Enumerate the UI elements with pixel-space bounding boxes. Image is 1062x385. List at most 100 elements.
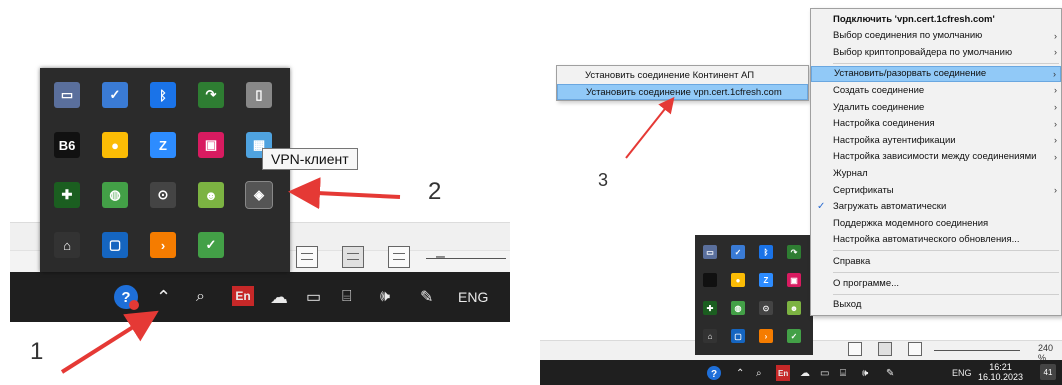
menu-item[interactable]: Настройка автоматического обновления... bbox=[811, 232, 1061, 248]
language-indicator[interactable]: ENG bbox=[458, 284, 488, 310]
callout-2: 2 bbox=[428, 178, 442, 205]
frog-icon[interactable]: ☻ bbox=[787, 301, 801, 315]
shield-check-icon[interactable]: ✓ bbox=[731, 245, 745, 259]
menu-item[interactable]: ✓ Загружать автоматически bbox=[811, 199, 1061, 215]
b6-icon[interactable] bbox=[703, 273, 717, 287]
language-indicator[interactable]: ENG bbox=[952, 365, 972, 381]
menu-item[interactable]: Сертификаты › bbox=[811, 182, 1061, 198]
security-shield-icon[interactable]: ✚ bbox=[54, 182, 80, 208]
menu-item[interactable]: Справка bbox=[811, 253, 1061, 269]
vpn-context-menu: Подключить 'vpn.cert.1cfresh.com' Выбор с… bbox=[810, 8, 1062, 316]
power-circle-icon[interactable]: ⊙ bbox=[759, 301, 773, 315]
bluetooth-icon[interactable]: ᛒ bbox=[150, 82, 176, 108]
help-icon[interactable]: ? bbox=[112, 284, 140, 310]
battery-icon[interactable]: ▭ bbox=[820, 365, 829, 381]
help-icon[interactable]: ? bbox=[706, 365, 722, 381]
green-arrow-icon[interactable]: ↷ bbox=[787, 245, 801, 259]
wifi-lock-icon[interactable]: ⌂ bbox=[703, 329, 717, 343]
menu-item[interactable]: Выход bbox=[811, 297, 1061, 313]
chrome-icon[interactable]: ● bbox=[731, 273, 745, 287]
menu-item[interactable]: Установить/разорвать соединение › bbox=[811, 65, 1061, 82]
usb-drive-icon[interactable]: ▯ bbox=[246, 82, 272, 108]
zoom-icon[interactable]: Z bbox=[759, 273, 773, 287]
menu-item-label: Журнал bbox=[833, 167, 868, 179]
language-badge[interactable]: En bbox=[232, 286, 254, 306]
menu-item-label: Выбор соединения по умолчанию bbox=[833, 30, 983, 42]
play-arrow-icon[interactable]: › bbox=[150, 232, 176, 258]
pen-icon[interactable]: ✎ bbox=[420, 284, 433, 310]
network-icon[interactable]: ⌸ bbox=[342, 284, 352, 310]
menu-item[interactable]: Поддержка модемного соединения bbox=[811, 215, 1061, 231]
play-arrow-icon[interactable]: › bbox=[759, 329, 773, 343]
frog-icon[interactable]: ☻ bbox=[198, 182, 224, 208]
menu-item[interactable]: Подключить 'vpn.cert.1cfresh.com' bbox=[811, 11, 1061, 27]
meet-now-icon[interactable]: ⌕ bbox=[196, 284, 205, 310]
menu-item[interactable]: Удалить соединение › bbox=[811, 99, 1061, 115]
menu-item[interactable]: Создать соединение › bbox=[811, 82, 1061, 98]
monitor-icon[interactable]: ▭ bbox=[703, 245, 717, 259]
menu-item[interactable]: Настройка аутентификации › bbox=[811, 132, 1061, 148]
chrome-icon[interactable]: ● bbox=[102, 132, 128, 158]
cloud-icon[interactable]: ☁ bbox=[800, 365, 810, 381]
bluetooth-icon[interactable]: ᛒ bbox=[759, 245, 773, 259]
submenu-item[interactable]: Установить соединение Континент АП bbox=[557, 67, 808, 83]
globe-icon[interactable]: ◍ bbox=[731, 301, 745, 315]
tv-icon[interactable]: ▢ bbox=[731, 329, 745, 343]
web-layout-icon[interactable] bbox=[388, 246, 410, 268]
green-check-icon[interactable]: ✓ bbox=[787, 329, 801, 343]
menu-item[interactable]: О программе... bbox=[811, 275, 1061, 291]
chevron-right-icon: › bbox=[1054, 135, 1057, 146]
menu-item-label: Выбор криптопровайдера по умолчанию bbox=[833, 46, 1013, 58]
notification-badge[interactable]: 41 bbox=[1040, 364, 1056, 380]
zoom-out-icon[interactable]: – bbox=[436, 248, 445, 266]
vpn-client-icon[interactable]: ◈ bbox=[245, 181, 273, 209]
clock-date: 16.10.2023 bbox=[978, 372, 1024, 382]
zoom-slider[interactable] bbox=[426, 258, 506, 259]
chevron-right-icon: › bbox=[1053, 68, 1056, 79]
chevron-up-icon[interactable]: ⌃ bbox=[736, 365, 744, 381]
pen-icon[interactable]: ✎ bbox=[886, 365, 894, 381]
chevron-right-icon: › bbox=[1054, 151, 1057, 162]
language-badge[interactable]: En bbox=[776, 365, 791, 381]
shield-check-icon[interactable]: ✓ bbox=[102, 82, 128, 108]
monitor-icon[interactable]: ▭ bbox=[54, 82, 80, 108]
volume-icon[interactable]: 🕪 bbox=[380, 284, 390, 310]
menu-separator bbox=[833, 272, 1059, 273]
green-arrow-icon[interactable]: ↷ bbox=[198, 82, 224, 108]
read-mode-icon[interactable] bbox=[296, 246, 318, 268]
read-mode-icon[interactable] bbox=[848, 342, 862, 356]
menu-item[interactable]: Выбор соединения по умолчанию › bbox=[811, 28, 1061, 44]
chevron-right-icon: › bbox=[1054, 85, 1057, 96]
wifi-lock-icon[interactable]: ⌂ bbox=[54, 232, 80, 258]
menu-item[interactable]: Настройка соединения › bbox=[811, 116, 1061, 132]
print-layout-icon[interactable] bbox=[342, 246, 364, 268]
menu-item[interactable]: Журнал bbox=[811, 165, 1061, 181]
menu-item[interactable]: Выбор криптопровайдера по умолчанию › bbox=[811, 44, 1061, 60]
meet-now-icon[interactable]: ⌕ bbox=[756, 365, 762, 381]
arrow-2 bbox=[288, 177, 401, 210]
zoom-slider[interactable] bbox=[934, 343, 1020, 351]
security-shield-icon[interactable]: ✚ bbox=[703, 301, 717, 315]
display-color-icon[interactable]: ▣ bbox=[198, 132, 224, 158]
zoom-icon[interactable]: Z bbox=[150, 132, 176, 158]
print-layout-icon[interactable] bbox=[878, 342, 892, 356]
menu-item[interactable]: Настройка зависимости между соединениями… bbox=[811, 149, 1061, 165]
chevron-up-icon[interactable]: ⌃ bbox=[156, 284, 171, 310]
green-check-icon[interactable]: ✓ bbox=[198, 232, 224, 258]
globe-icon[interactable]: ◍ bbox=[102, 182, 128, 208]
battery-icon[interactable]: ▭ bbox=[306, 284, 321, 310]
web-layout-icon[interactable] bbox=[908, 342, 922, 356]
b6-icon[interactable]: B6 bbox=[54, 132, 80, 158]
menu-item-label: Выход bbox=[833, 299, 862, 311]
menu-separator bbox=[833, 293, 1059, 295]
network-icon[interactable]: ⌸ bbox=[840, 365, 846, 381]
clock[interactable]: 16:21 16.10.2023 bbox=[978, 362, 1023, 382]
cloud-icon[interactable]: ☁ bbox=[270, 284, 288, 310]
chevron-right-icon: › bbox=[1054, 30, 1057, 41]
power-circle-icon[interactable]: ⊙ bbox=[150, 182, 176, 208]
volume-icon[interactable]: 🕪 bbox=[862, 365, 868, 381]
callout-1: 1 bbox=[30, 338, 44, 365]
submenu-item[interactable]: Установить соединение vpn.cert.1cfresh.c… bbox=[557, 84, 808, 100]
tv-icon[interactable]: ▢ bbox=[102, 232, 128, 258]
display-color-icon[interactable]: ▣ bbox=[787, 273, 801, 287]
